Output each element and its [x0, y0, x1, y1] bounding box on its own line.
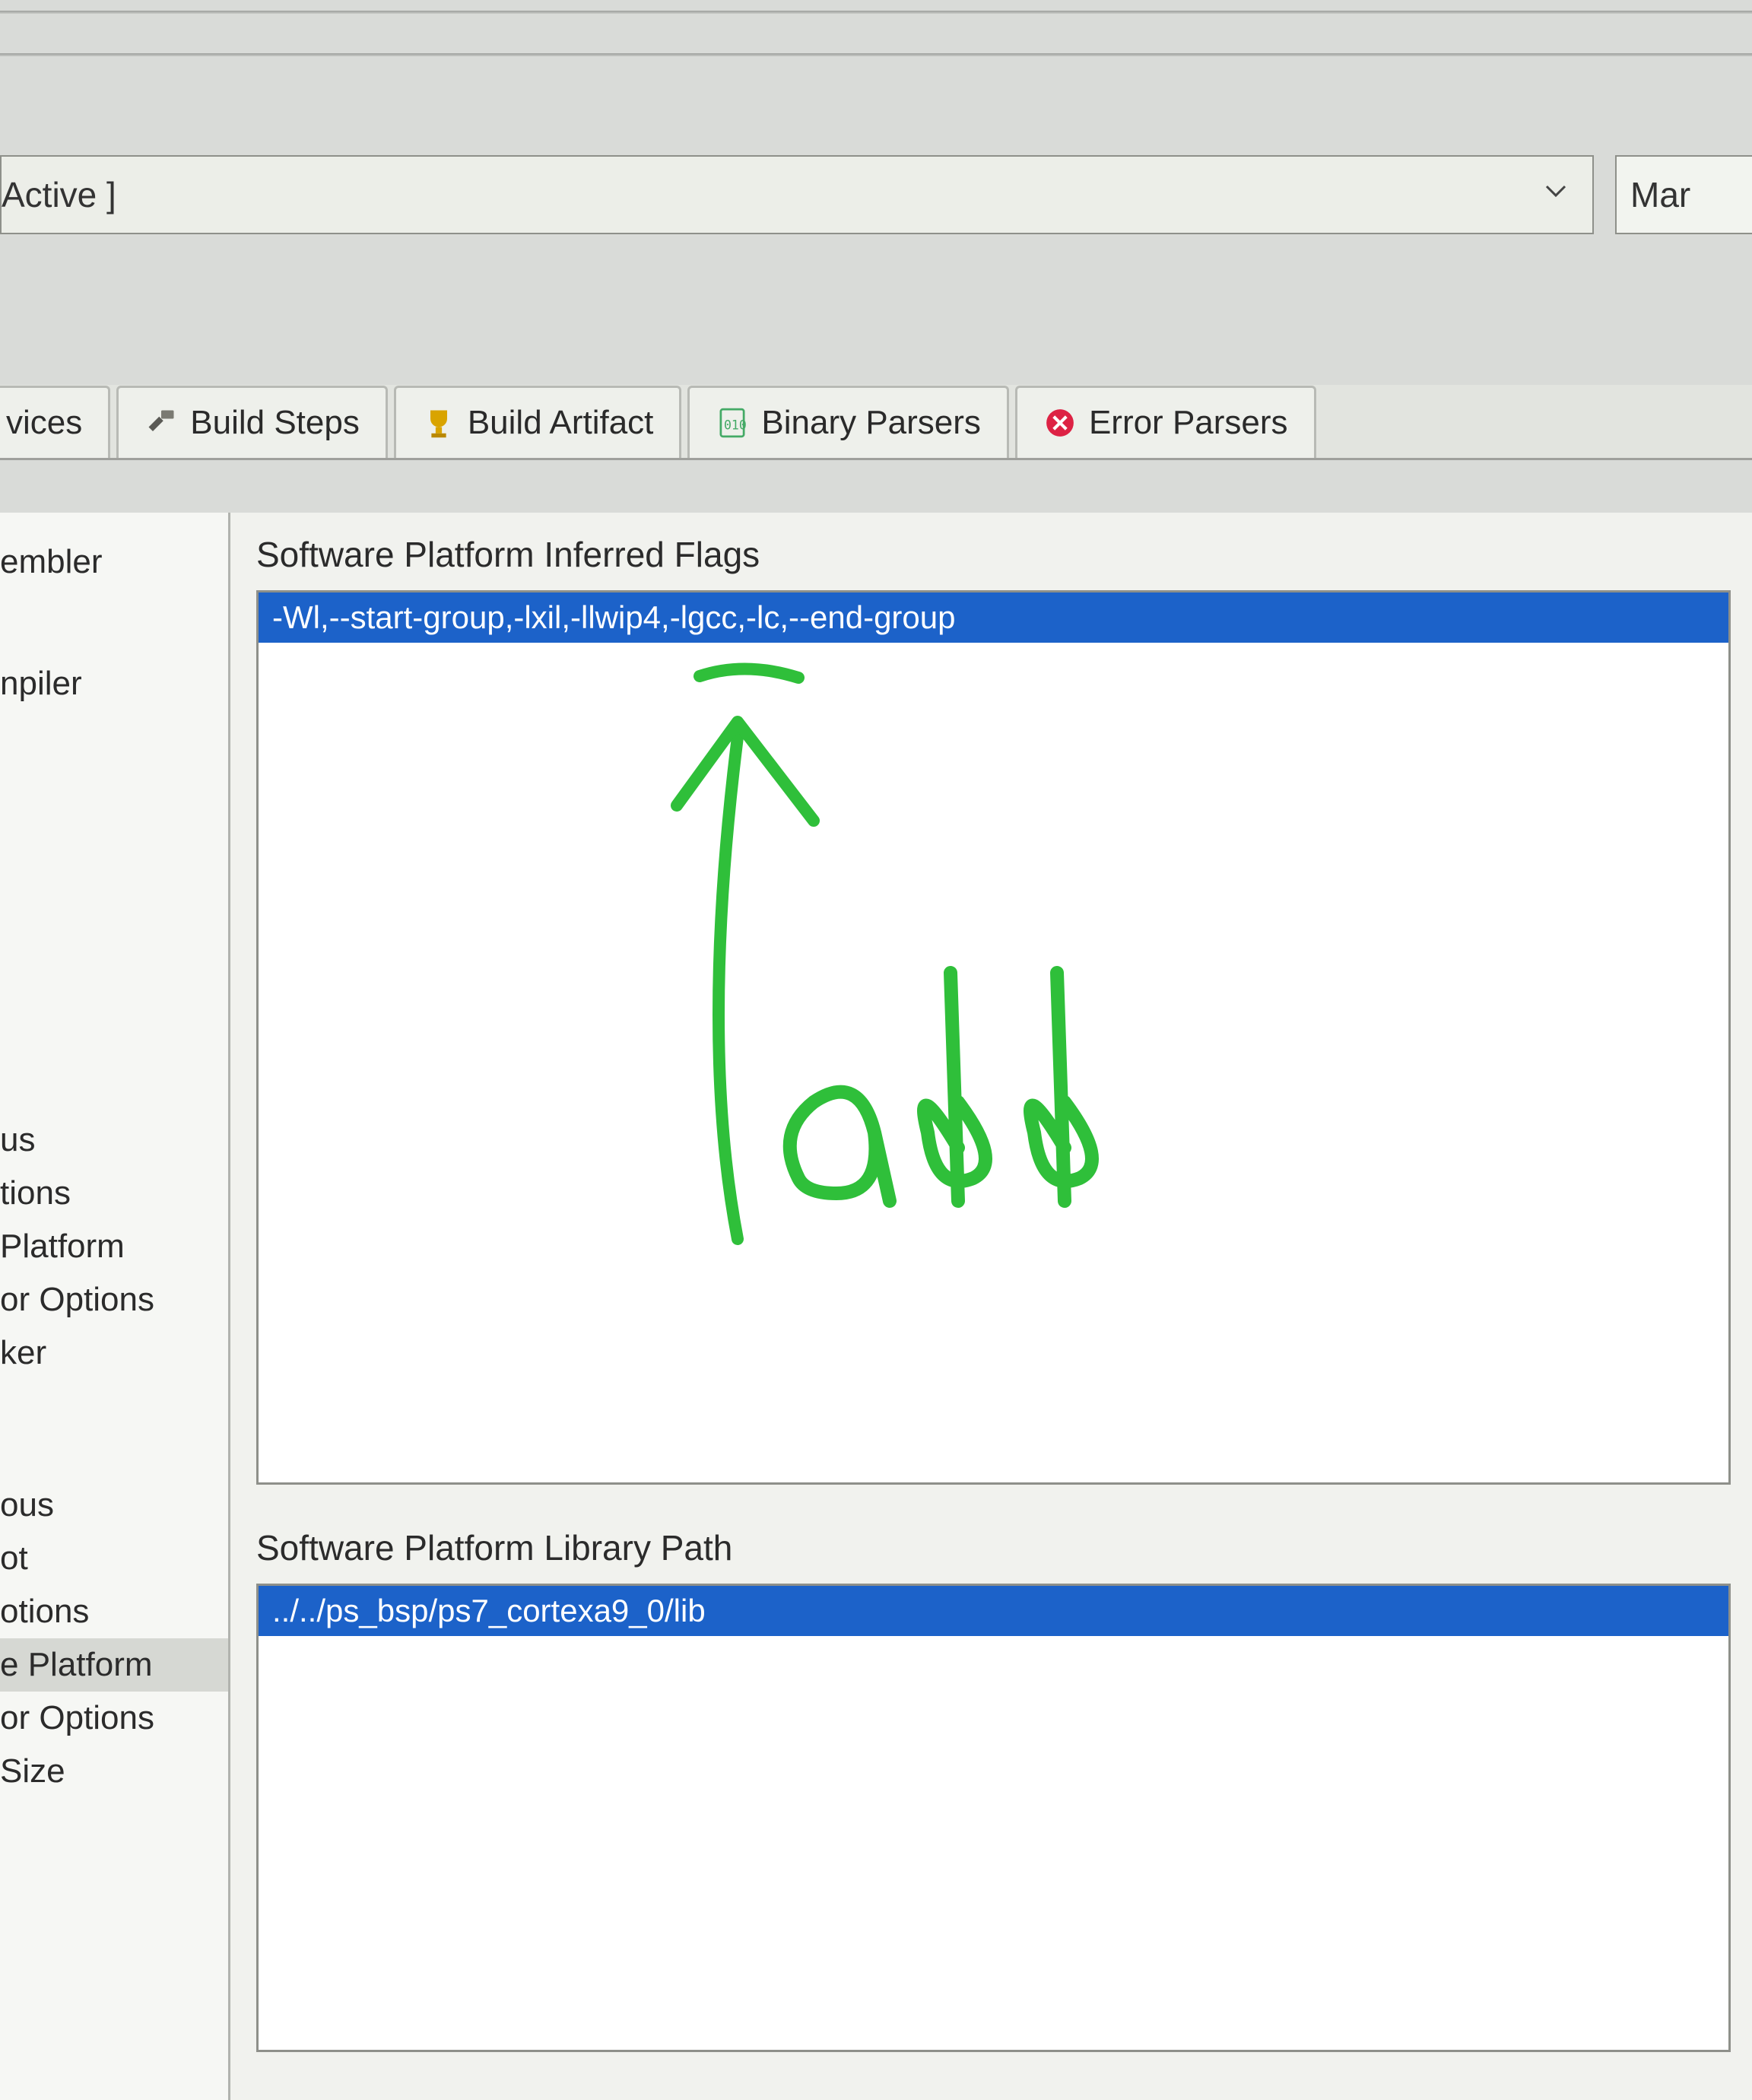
tree-node-software-platform-2[interactable]: e Platform: [0, 1638, 228, 1692]
tab-devices-label: vices: [6, 404, 82, 442]
settings-tree[interactable]: embler npiler us tions Platform or Optio…: [0, 513, 230, 2100]
annotation-add-arrow: [548, 646, 1171, 1315]
main-area: embler npiler us tions Platform or Optio…: [0, 513, 1752, 2100]
tab-build-artifact[interactable]: Build Artifact: [394, 386, 682, 458]
tab-error-parsers[interactable]: Error Parsers: [1015, 386, 1316, 458]
chevron-down-icon: [1542, 177, 1570, 212]
library-path-title: Software Platform Library Path: [256, 1527, 1731, 1568]
tab-build-steps[interactable]: Build Steps: [116, 386, 388, 458]
inferred-flags-title: Software Platform Inferred Flags: [256, 534, 1731, 575]
tab-build-steps-label: Build Steps: [190, 404, 360, 442]
tab-devices[interactable]: vices: [0, 386, 110, 458]
tree-node-processor-options[interactable]: or Options: [0, 1273, 228, 1326]
svg-text:010: 010: [724, 418, 747, 432]
tree-node-miscellaneous-2[interactable]: ous: [0, 1479, 228, 1532]
tree-node-options[interactable]: tions: [0, 1167, 228, 1220]
tab-binary-parsers[interactable]: 010 Binary Parsers: [687, 386, 1009, 458]
tree-node-size[interactable]: Size: [0, 1745, 228, 1798]
manage-configurations-label: Mar: [1630, 174, 1690, 215]
tree-node-assembler[interactable]: embler: [0, 535, 228, 589]
configuration-row: Active ] Mar: [0, 155, 1752, 234]
inferred-flags-listbox[interactable]: -Wl,--start-group,-lxil,-llwip4,-lgcc,-l…: [256, 590, 1731, 1485]
binary-file-icon: 010: [716, 406, 749, 440]
tab-binary-parsers-label: Binary Parsers: [761, 404, 981, 442]
tabs-row: vices Build Steps Build Artifact 010 Bin…: [0, 385, 1752, 460]
tree-node-compiler[interactable]: npiler: [0, 657, 228, 710]
tree-node-linker[interactable]: ker: [0, 1326, 228, 1380]
library-path-row[interactable]: ../../ps_bsp/ps7_cortexa9_0/lib: [259, 1586, 1728, 1636]
tree-node-processor-options-2[interactable]: or Options: [0, 1692, 228, 1745]
library-path-listbox[interactable]: ../../ps_bsp/ps7_cortexa9_0/lib: [256, 1584, 1731, 2052]
tab-error-parsers-label: Error Parsers: [1089, 404, 1288, 442]
tree-node-options-2[interactable]: otions: [0, 1585, 228, 1638]
window-divider-2: [0, 53, 1752, 56]
window-divider-1: [0, 11, 1752, 14]
tab-build-artifact-label: Build Artifact: [468, 404, 654, 442]
manage-configurations-button[interactable]: Mar: [1615, 155, 1752, 234]
tree-node-script[interactable]: ot: [0, 1532, 228, 1585]
tree-node-miscellaneous[interactable]: us: [0, 1114, 228, 1167]
trophy-icon: [422, 406, 455, 440]
tree-node-software-platform[interactable]: Platform: [0, 1220, 228, 1273]
hammer-icon: [144, 406, 178, 440]
settings-content: Software Platform Inferred Flags -Wl,--s…: [230, 513, 1752, 2100]
error-icon: [1043, 406, 1077, 440]
inferred-flags-row[interactable]: -Wl,--start-group,-lxil,-llwip4,-lgcc,-l…: [259, 593, 1728, 643]
configuration-dropdown-label: Active ]: [2, 174, 116, 215]
configuration-dropdown[interactable]: Active ]: [0, 155, 1594, 234]
